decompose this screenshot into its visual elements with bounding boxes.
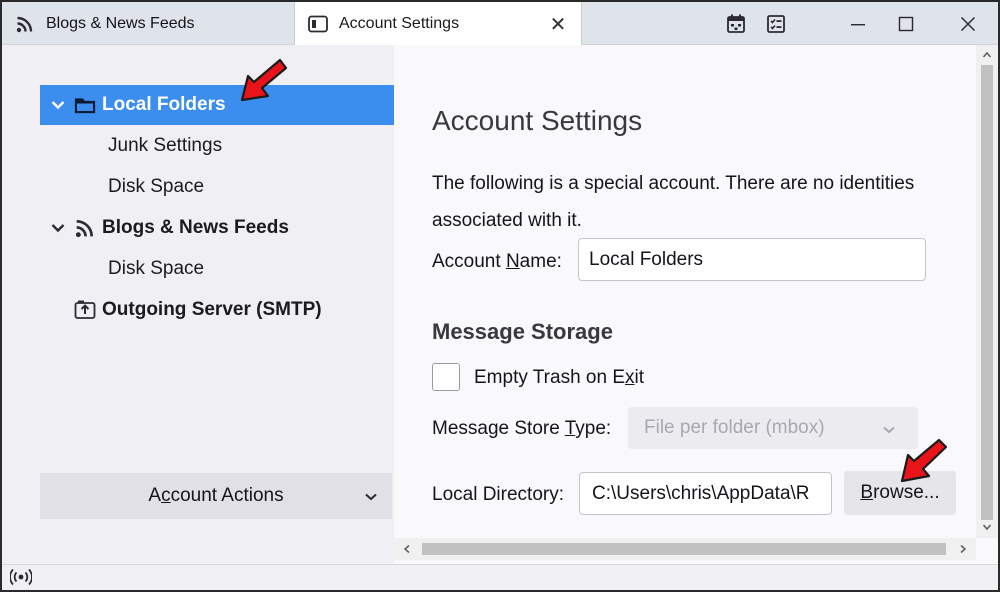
- store-type-value: File per folder (mbox): [644, 417, 825, 438]
- tree-item-label: Junk Settings: [108, 135, 223, 156]
- tree-item-label: Disk Space: [108, 176, 205, 197]
- tab-bar: Blogs & News Feeds Account Settings ✕: [2, 2, 998, 46]
- scroll-up-icon[interactable]: [976, 45, 998, 65]
- tree-item-junk-settings[interactable]: Junk Settings: [40, 126, 394, 166]
- scroll-down-icon[interactable]: [976, 517, 998, 537]
- account-name-label: Account Name:: [432, 251, 562, 272]
- tree-item-label: Blogs & News Feeds: [102, 217, 289, 238]
- vertical-scrollbar[interactable]: [976, 45, 998, 538]
- chevron-down-icon: [882, 419, 896, 441]
- scrollbar-thumb[interactable]: [422, 543, 946, 555]
- tasks-icon[interactable]: [756, 2, 796, 45]
- scroll-left-icon[interactable]: [396, 539, 418, 559]
- tab-label: Account Settings: [339, 15, 460, 32]
- tab-label: Blogs & News Feeds: [46, 14, 195, 32]
- scrollbar-thumb[interactable]: [981, 65, 993, 520]
- chevron-down-icon[interactable]: [48, 223, 68, 233]
- calendar-icon[interactable]: [716, 2, 756, 45]
- tab-account-settings[interactable]: Account Settings ✕: [294, 2, 582, 46]
- empty-trash-checkbox[interactable]: [432, 363, 460, 391]
- tree-item-label: Outgoing Server (SMTP): [102, 299, 322, 320]
- account-actions-button[interactable]: Account Actions: [40, 473, 392, 519]
- close-window-icon[interactable]: [948, 2, 988, 45]
- tree-item-outgoing-server[interactable]: Outgoing Server (SMTP): [40, 290, 394, 330]
- tree-item-blogs-news-feeds[interactable]: Blogs & News Feeds: [40, 208, 394, 248]
- local-directory-label: Local Directory:: [432, 484, 564, 505]
- account-actions-label: Account Actions: [148, 485, 284, 506]
- scroll-right-icon[interactable]: [952, 539, 974, 559]
- outgoing-server-icon: [72, 300, 98, 320]
- folder-icon: [72, 96, 98, 114]
- store-type-select[interactable]: File per folder (mbox): [628, 407, 918, 449]
- store-type-label: Message Store Type:: [432, 418, 612, 439]
- chevron-down-icon[interactable]: [48, 100, 68, 110]
- account-name-input[interactable]: Local Folders: [578, 238, 926, 281]
- annotation-arrow-icon: [240, 58, 288, 102]
- tree-item-disk-space[interactable]: Disk Space: [40, 249, 394, 289]
- account-settings-icon: [307, 13, 329, 35]
- local-directory-input[interactable]: C:\Users\chris\AppData\R: [579, 472, 832, 515]
- status-bar: [2, 564, 998, 590]
- empty-trash-label[interactable]: Empty Trash on Exit: [474, 367, 644, 389]
- app-window: Blogs & News Feeds Account Settings ✕ Lo…: [0, 0, 1000, 592]
- minimize-icon[interactable]: [838, 2, 878, 45]
- annotation-arrow-icon: [900, 438, 948, 483]
- online-status-icon[interactable]: [9, 568, 33, 590]
- account-description: The following is a special account. Ther…: [432, 173, 915, 231]
- page-title: Account Settings: [432, 105, 643, 136]
- chevron-down-icon: [364, 486, 378, 508]
- account-tree-sidebar: Local Folders Junk Settings Disk Space B…: [2, 45, 394, 565]
- tab-blogs-news-feeds[interactable]: Blogs & News Feeds: [2, 2, 294, 45]
- horizontal-scrollbar[interactable]: [394, 538, 976, 560]
- account-settings-pane: Account Settings The following is a spec…: [394, 45, 976, 538]
- rss-icon: [72, 218, 98, 238]
- maximize-icon[interactable]: [886, 2, 926, 45]
- close-tab-icon[interactable]: ✕: [541, 7, 575, 41]
- rss-icon: [14, 13, 36, 35]
- message-storage-heading: Message Storage: [432, 319, 613, 344]
- tree-item-label: Local Folders: [102, 94, 226, 115]
- tree-item-local-folders[interactable]: Local Folders: [40, 85, 394, 125]
- tree-item-disk-space[interactable]: Disk Space: [40, 167, 394, 207]
- tree-item-label: Disk Space: [108, 258, 205, 279]
